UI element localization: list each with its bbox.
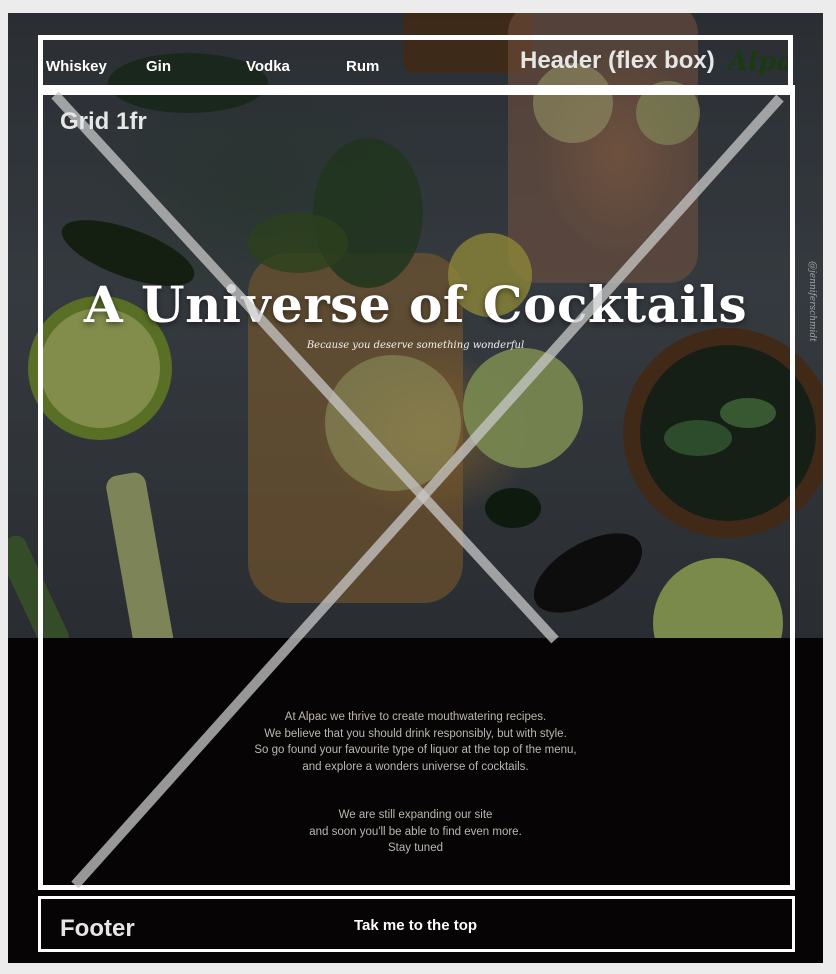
footer-annotation-label: Footer [60,915,135,942]
header-annotation-label: Header (flex box) [520,47,715,74]
photo-credit: @jenniferschmidt [807,261,817,342]
grid-wireframe-box [38,85,795,890]
footer-wireframe-box [38,896,795,952]
grid-annotation-label: Grid 1fr [60,108,147,135]
